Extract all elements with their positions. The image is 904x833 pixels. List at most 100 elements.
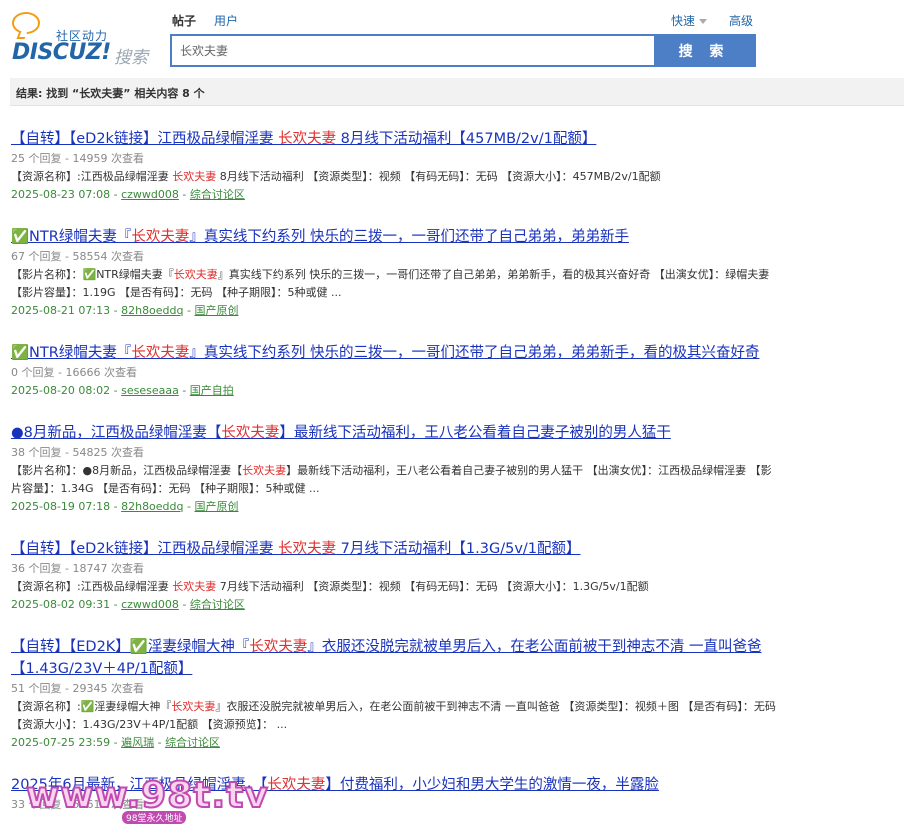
keyword-highlight: 长欢夫妻 [131,345,190,361]
title-text: 】付费福利，小少妇和男大学生的激情一夜，半露脸 [325,777,659,793]
result-item: 【自转】【ED2K】✅淫妻绿帽大神『长欢夫妻』衣服还没脱完就被单男后入，在老公面… [11,636,781,752]
advanced-search-link[interactable]: 高级 [729,12,753,29]
post-date: 2025-08-23 07:08 [11,188,111,201]
author-link[interactable]: czwwd008 [121,598,179,611]
result-item: 【自转】【eD2k链接】江西极品绿帽淫妻 长欢夫妻 7月线下活动福利【1.3G/… [11,538,781,614]
result-stats: 51 个回复 - 29345 次查看 [11,682,144,695]
keyword-highlight: 长欢夫妻 [172,580,217,593]
result-stats: 0 个回复 - 16666 次查看 [11,366,137,379]
site-watermark: www.98t.tv 98堂永久地址 [25,774,269,833]
results-list: 【自转】【eD2k链接】江西极品绿帽淫妻 长欢夫妻 8月线下活动福利【457MB… [11,128,781,833]
post-date: 2025-08-02 09:31 [11,598,111,611]
title-text: ●8月新品，江西极品绿帽淫妻【 [11,425,222,441]
result-title-link[interactable]: 【自转】【eD2k链接】江西极品绿帽淫妻 长欢夫妻 8月线下活动福利【457MB… [11,128,781,150]
title-text: 】最新线下活动福利，王八老公看着自己妻子被别的男人猛干 [279,425,671,441]
keyword-highlight: 长欢夫妻 [172,170,217,183]
post-date: 2025-08-21 07:13 [11,304,111,317]
tab-posts[interactable]: 帖子 [172,12,196,29]
watermark-caption: 98堂永久地址 [122,811,187,824]
result-footer: 2025-08-20 08:02 - seseseaaa - 国产自拍 [11,384,234,397]
post-date: 2025-08-19 07:18 [11,500,111,513]
logo-brand-mark: ! [101,40,111,65]
search-input[interactable] [172,36,654,65]
excerpt-text: 【影片名称】：✅NTR绿帽夫妻『 [11,268,174,281]
result-stats: 25 个回复 - 14959 次查看 [11,152,144,165]
search-type-tabs: 帖子 用户 [172,12,238,29]
keyword-highlight: 长欢夫妻 [278,541,337,557]
result-summary-bar: 结果: 找到 “长欢夫妻” 相关内容 8 个 [10,78,904,106]
result-excerpt: 【资源名称】:✅淫妻绿帽大神『长欢夫妻』衣服还没脱完就被单男后入，在老公面前被干… [11,698,781,734]
excerpt-text: 【影片名称】：●8月新品，江西极品绿帽淫妻【 [11,464,243,477]
excerpt-text: 7月线下活动福利 【资源类型】：视频 【有码无码】：无码 【资源大小】：1.3G… [216,580,649,593]
keyword-highlight: 长欢夫妻 [173,268,218,281]
title-text: ✅NTR绿帽夫妻『 [11,229,132,245]
forum-link[interactable]: 综合讨论区 [190,598,245,611]
result-title-link[interactable]: 【自转】【eD2k链接】江西极品绿帽淫妻 长欢夫妻 7月线下活动福利【1.3G/… [11,538,781,560]
title-text: ✅NTR绿帽夫妻『 [11,345,132,361]
excerpt-text: 【资源名称】:✅淫妻绿帽大神『 [11,700,172,713]
tab-users[interactable]: 用户 [214,12,238,29]
result-item: ●8月新品，江西极品绿帽淫妻【长欢夫妻】最新线下活动福利，王八老公看着自己妻子被… [11,422,781,516]
chevron-down-icon [699,19,708,24]
discuz-logo[interactable]: 社区动力 DISCUZ! 搜索 [10,10,160,70]
speech-bubble-icon [12,12,40,34]
header: 社区动力 DISCUZ! 搜索 帖子 用户 快速 高级 搜 索 [0,0,904,78]
search-box: 搜 索 [170,34,756,67]
author-link[interactable]: 82h8oeddq [121,304,183,317]
excerpt-text: 8月线下活动福利 【资源类型】：视频 【有码无码】：无码 【资源大小】：457M… [216,170,661,183]
excerpt-text: 【资源名称】:江西极品绿帽淫妻 [11,170,173,183]
author-link[interactable]: 82h8oeddq [121,500,183,513]
result-stats: 36 个回复 - 18747 次查看 [11,562,144,575]
post-date: 2025-07-25 23:59 [11,736,111,749]
keyword-highlight: 长欢夫妻 [278,131,337,147]
forum-link[interactable]: 国产原创 [194,500,238,513]
logo-brand: DISCUZ! [12,40,111,65]
forum-link[interactable]: 综合讨论区 [165,736,220,749]
result-title-link[interactable]: 【自转】【ED2K】✅淫妻绿帽大神『长欢夫妻』衣服还没脱完就被单男后入，在老公面… [11,636,781,680]
title-text: 』真实线下约系列 快乐的三拨一，一哥们还带了自己弟弟，弟弟新手，看的极其兴奋好奇 [189,345,760,361]
forum-link[interactable]: 国产自拍 [190,384,234,397]
keyword-highlight: 长欢夫妻 [171,700,216,713]
keyword-highlight: 长欢夫妻 [221,425,280,441]
keyword-highlight: 长欢夫妻 [131,229,190,245]
result-stats: 67 个回复 - 58554 次查看 [11,250,144,263]
search-mode-links: 快速 高级 [671,12,753,29]
keyword-highlight: 长欢夫妻 [249,639,308,655]
logo-search-word: 搜索 [114,48,148,68]
title-text: 8月线下活动福利【457MB/2v/1配额】 [336,131,597,147]
author-link[interactable]: czwwd008 [121,188,179,201]
forum-link[interactable]: 综合讨论区 [190,188,245,201]
result-excerpt: 【影片名称】：✅NTR绿帽夫妻『长欢夫妻』真实线下约系列 快乐的三拨一，一哥们还… [11,266,781,302]
title-text: 【自转】【ED2K】✅淫妻绿帽大神『 [11,639,250,655]
watermark-url: www.98t.tv [25,774,269,817]
result-excerpt: 【资源名称】:江西极品绿帽淫妻 长欢夫妻 8月线下活动福利 【资源类型】：视频 … [11,168,781,186]
keyword-highlight: 长欢夫妻 [242,464,287,477]
result-summary: 结果: 找到 “长欢夫妻” 相关内容 8 个 [16,87,205,100]
result-stats: 38 个回复 - 54825 次查看 [11,446,144,459]
result-excerpt: 【影片名称】：●8月新品，江西极品绿帽淫妻【长欢夫妻】最新线下活动福利，王八老公… [11,462,781,498]
result-footer: 2025-07-25 23:59 - 遍风瑞 - 综合讨论区 [11,736,221,749]
quick-search-label: 快速 [671,14,696,28]
excerpt-text: 【资源名称】:江西极品绿帽淫妻 [11,580,173,593]
logo-brand-word: DISCUZ [12,40,102,65]
title-text: 7月线下活动福利【1.3G/5v/1配额】 [336,541,581,557]
result-footer: 2025-08-19 07:18 - 82h8oeddq - 国产原创 [11,500,239,513]
result-title-link[interactable]: ●8月新品，江西极品绿帽淫妻【长欢夫妻】最新线下活动福利，王八老公看着自己妻子被… [11,422,781,444]
result-title-link[interactable]: ✅NTR绿帽夫妻『长欢夫妻』真实线下约系列 快乐的三拨一，一哥们还带了自己弟弟，… [11,226,781,248]
result-item: ✅NTR绿帽夫妻『长欢夫妻』真实线下约系列 快乐的三拨一，一哥们还带了自己弟弟，… [11,342,781,400]
result-footer: 2025-08-23 07:08 - czwwd008 - 综合讨论区 [11,188,245,201]
post-date: 2025-08-20 08:02 [11,384,111,397]
title-text: 【自转】【eD2k链接】江西极品绿帽淫妻 [11,541,279,557]
result-title-link[interactable]: ✅NTR绿帽夫妻『长欢夫妻』真实线下约系列 快乐的三拨一，一哥们还带了自己弟弟，… [11,342,781,364]
quick-search-dropdown[interactable]: 快速 [671,12,708,29]
result-footer: 2025-08-02 09:31 - czwwd008 - 综合讨论区 [11,598,245,611]
title-text: 【自转】【eD2k链接】江西极品绿帽淫妻 [11,131,279,147]
result-footer: 2025-08-21 07:13 - 82h8oeddq - 国产原创 [11,304,239,317]
forum-link[interactable]: 国产原创 [194,304,238,317]
result-item: 【自转】【eD2k链接】江西极品绿帽淫妻 长欢夫妻 8月线下活动福利【457MB… [11,128,781,204]
author-link[interactable]: 遍风瑞 [121,736,154,749]
search-button[interactable]: 搜 索 [654,36,754,65]
title-text: 』真实线下约系列 快乐的三拨一，一哥们还带了自己弟弟，弟弟新手 [189,229,629,245]
result-excerpt: 【资源名称】:江西极品绿帽淫妻 长欢夫妻 7月线下活动福利 【资源类型】：视频 … [11,578,781,596]
author-link[interactable]: seseseaaa [121,384,179,397]
